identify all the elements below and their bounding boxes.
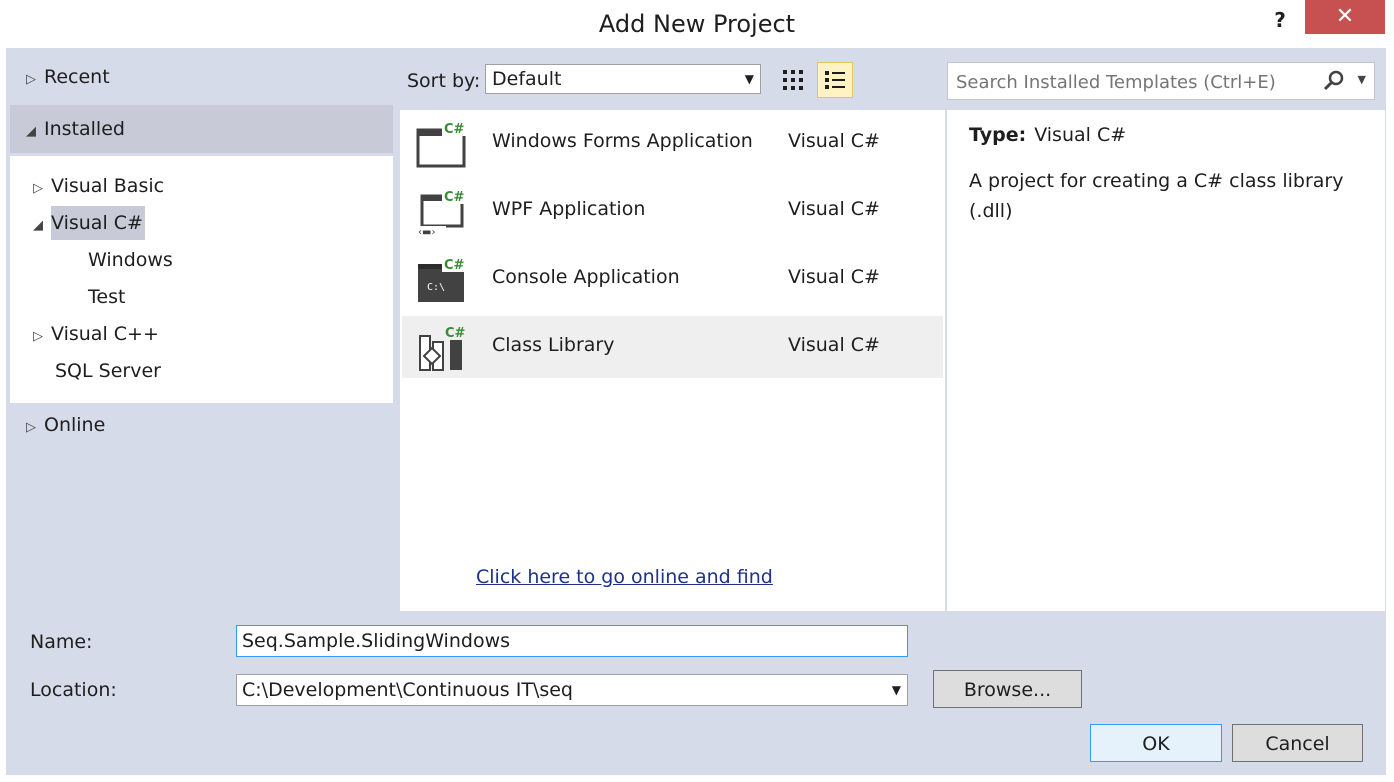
- template-windows-forms[interactable]: C# Windows Forms Application Visual C#: [402, 112, 943, 174]
- template-name: Console Application: [492, 266, 680, 288]
- template-name: Class Library: [492, 334, 615, 356]
- tree-item-label: Windows: [88, 249, 173, 271]
- template-class-library[interactable]: C# Class Library Visual C#: [402, 316, 943, 378]
- console-application-icon: C:\ C#: [416, 256, 468, 304]
- cancel-button[interactable]: Cancel: [1232, 724, 1363, 762]
- template-name: WPF Application: [492, 198, 646, 220]
- list-view-icon[interactable]: [817, 62, 853, 98]
- wpf-application-icon: ‹▬› C#: [416, 188, 468, 238]
- template-console[interactable]: C:\ C# Console Application Visual C#: [402, 248, 943, 310]
- template-details: Type: Visual C# A project for creating a …: [947, 110, 1385, 611]
- templates-toolbar: Sort by: Default ▼: [400, 58, 945, 106]
- go-online-link[interactable]: Click here to go online and find: [476, 566, 773, 588]
- template-language: Visual C#: [788, 130, 880, 152]
- search-input[interactable]: [948, 63, 1328, 101]
- svg-text:C#: C#: [444, 190, 465, 205]
- template-type: Type: Visual C#: [969, 124, 1363, 146]
- svg-text:C:\: C:\: [427, 282, 445, 293]
- search-box[interactable]: ▼: [947, 62, 1375, 101]
- svg-text:C#: C#: [444, 258, 465, 273]
- template-language: Visual C#: [788, 334, 880, 356]
- sort-by-value: Default: [492, 68, 562, 90]
- template-description: A project for creating a C# class librar…: [969, 170, 1344, 222]
- location-value: C:\Development\Continuous IT\seq: [242, 679, 573, 701]
- tree-item-label: Online: [44, 414, 106, 436]
- svg-text:C#: C#: [444, 122, 465, 137]
- ok-button[interactable]: OK: [1090, 724, 1222, 762]
- tree-item-online[interactable]: ▷ Online: [26, 410, 105, 440]
- template-tree: ▷ Recent ◢ Installed ▷ Visual Basic ◢ Visual…: [8, 50, 393, 612]
- template-wpf[interactable]: ‹▬› C# WPF Application Visual C#: [402, 180, 943, 242]
- browse-button[interactable]: Browse...: [933, 670, 1082, 708]
- location-dropdown[interactable]: C:\Development\Continuous IT\seq ▼: [236, 674, 908, 706]
- expand-arrow-icon[interactable]: ▷: [26, 413, 44, 443]
- tree-item-label: Installed: [44, 118, 125, 140]
- collapse-arrow-icon[interactable]: ◢: [33, 211, 51, 241]
- tree-item-windows[interactable]: Windows: [88, 245, 173, 275]
- title-bar: Add New Project ? ✕: [0, 0, 1394, 48]
- type-value: Visual C#: [1034, 124, 1127, 146]
- tree-item-label: Visual C#: [51, 212, 143, 234]
- help-button[interactable]: ?: [1266, 6, 1294, 34]
- add-new-project-dialog: Add New Project ? ✕ ▷ Recent ◢ Installed ▷…: [0, 0, 1394, 782]
- project-name-field[interactable]: Seq.Sample.SlidingWindows: [236, 625, 908, 657]
- template-name: Windows Forms Application: [492, 130, 753, 152]
- close-button[interactable]: ✕: [1305, 0, 1385, 34]
- type-label: Type:: [969, 124, 1027, 146]
- svg-text:C#: C#: [445, 326, 466, 341]
- sort-by-dropdown[interactable]: Default ▼: [485, 64, 761, 94]
- class-library-icon: C#: [416, 324, 468, 372]
- location-label: Location:: [30, 679, 117, 701]
- sort-by-label: Sort by:: [407, 70, 481, 92]
- tree-item-label: Recent: [44, 66, 110, 88]
- search-icon[interactable]: [1322, 69, 1346, 93]
- small-icons-view-icon[interactable]: [778, 64, 810, 96]
- expand-arrow-icon[interactable]: ▷: [26, 65, 44, 95]
- tree-item-label: Visual C++: [51, 323, 159, 345]
- tree-item-label: Test: [88, 286, 126, 308]
- template-language: Visual C#: [788, 266, 880, 288]
- tree-item-visual-basic[interactable]: ▷ Visual Basic: [33, 171, 164, 201]
- dialog-title: Add New Project: [598, 10, 796, 38]
- tree-item-sql-server[interactable]: SQL Server: [55, 356, 161, 386]
- search-options-arrow-icon[interactable]: ▼: [1358, 73, 1366, 86]
- tree-item-test[interactable]: Test: [88, 282, 125, 312]
- tree-item-recent[interactable]: ▷ Recent: [26, 62, 110, 92]
- expand-arrow-icon[interactable]: ▷: [33, 174, 51, 204]
- tree-item-visual-cpp[interactable]: ▷ Visual C++: [33, 319, 159, 349]
- template-language: Visual C#: [788, 198, 880, 220]
- tree-item-label: Visual Basic: [51, 175, 165, 197]
- dropdown-arrow-icon[interactable]: ▼: [745, 65, 754, 93]
- tree-item-visual-csharp[interactable]: ◢ Visual C#: [33, 208, 143, 238]
- collapse-arrow-icon[interactable]: ◢: [26, 117, 44, 147]
- windows-forms-icon: C#: [416, 120, 468, 168]
- tree-item-installed[interactable]: ◢ Installed: [26, 114, 125, 144]
- dropdown-arrow-icon[interactable]: ▼: [892, 675, 901, 705]
- svg-text:‹▬›: ‹▬›: [418, 227, 435, 236]
- name-label: Name:: [30, 631, 93, 653]
- templates-list: C# Windows Forms Application Visual C# ‹…: [400, 110, 945, 611]
- tree-item-label: SQL Server: [55, 360, 161, 382]
- expand-arrow-icon[interactable]: ▷: [33, 322, 51, 352]
